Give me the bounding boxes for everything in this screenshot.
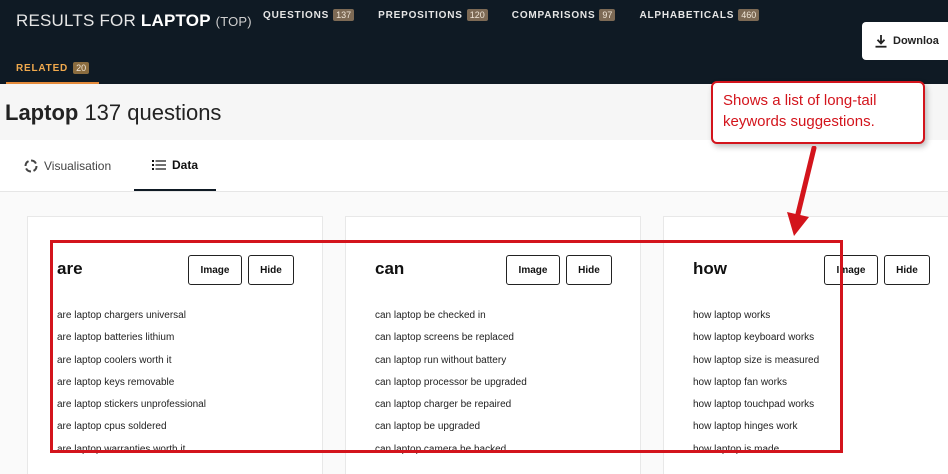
annotation-callout: Shows a list of long-tail keywords sugge… <box>711 81 925 144</box>
nav-related-count: 20 <box>73 62 90 74</box>
image-button[interactable]: Image <box>506 255 560 285</box>
question-link[interactable]: can laptop be upgraded <box>375 421 527 443</box>
results-mode: (TOP) <box>215 14 252 29</box>
question-link[interactable]: how laptop keyboard works <box>693 332 819 354</box>
nav-questions[interactable]: QUESTIONS 137 <box>263 9 355 21</box>
page-title-keyword: Laptop <box>5 100 79 125</box>
annotation-line-1: Shows a list of long-tail <box>723 92 877 109</box>
top-nav: QUESTIONS 137 PREPOSITIONS 120 COMPARISO… <box>263 9 760 21</box>
tab-visualisation[interactable]: Visualisation <box>24 140 111 191</box>
results-header: RESULTS FOR LAPTOP (TOP) QUESTIONS 137 P… <box>0 0 948 84</box>
question-link[interactable]: are laptop cpus soldered <box>57 421 206 443</box>
hide-button[interactable]: Hide <box>884 255 930 285</box>
question-link[interactable]: how laptop hinges work <box>693 421 819 443</box>
question-link[interactable]: are laptop stickers unprofessional <box>57 399 206 421</box>
question-link[interactable]: how laptop is made <box>693 444 819 466</box>
nav-alphabeticals[interactable]: ALPHABETICALS 460 <box>639 9 760 21</box>
question-link[interactable]: can laptop be checked in <box>375 310 527 332</box>
question-link[interactable]: are laptop coolers worth it <box>57 355 206 377</box>
card-title: how <box>693 259 727 278</box>
question-link[interactable]: can laptop screens be replaced <box>375 332 527 354</box>
nav-comparisons-count: 97 <box>599 9 616 21</box>
nav-prepositions[interactable]: PREPOSITIONS 120 <box>378 9 488 21</box>
results-title: RESULTS FOR LAPTOP (TOP) <box>16 11 252 31</box>
nav-prepositions-count: 120 <box>466 9 488 21</box>
question-card-how: how Image Hide how laptop works how lapt… <box>663 216 948 474</box>
question-link[interactable]: can laptop camera be hacked <box>375 444 527 466</box>
list-icon <box>152 159 166 170</box>
results-keyword: LAPTOP <box>140 11 211 30</box>
nav-related-label: RELATED <box>16 62 69 74</box>
question-list: are laptop chargers universal are laptop… <box>57 310 206 466</box>
nav-comparisons[interactable]: COMPARISONS 97 <box>512 9 616 21</box>
question-link[interactable]: can laptop charger be repaired <box>375 399 527 421</box>
question-link[interactable]: can laptop run without battery <box>375 355 527 377</box>
download-button[interactable]: Downloa <box>862 22 948 60</box>
tab-visualisation-label: Visualisation <box>44 158 112 173</box>
nav-alphabeticals-count: 460 <box>738 9 760 21</box>
download-label: Downloa <box>893 35 939 47</box>
tab-data-label: Data <box>172 157 199 172</box>
question-link[interactable]: how laptop touchpad works <box>693 399 819 421</box>
hide-button[interactable]: Hide <box>566 255 612 285</box>
annotation-line-2: keywords suggestions. <box>723 113 875 130</box>
question-card-are: are Image Hide are laptop chargers unive… <box>27 216 323 474</box>
card-title: are <box>57 259 83 278</box>
question-list: how laptop works how laptop keyboard wor… <box>693 310 819 466</box>
nav-alphabeticals-label: ALPHABETICALS <box>639 9 735 21</box>
nav-questions-count: 137 <box>333 9 355 21</box>
question-link[interactable]: how laptop works <box>693 310 819 332</box>
question-card-can: can Image Hide can laptop be checked in … <box>345 216 641 474</box>
annotation-arrow-icon <box>787 146 817 236</box>
card-title: can <box>375 259 405 278</box>
nav-questions-label: QUESTIONS <box>263 9 330 21</box>
question-link[interactable]: are laptop warranties worth it <box>57 444 206 466</box>
nav-comparisons-label: COMPARISONS <box>511 9 596 21</box>
question-link[interactable]: how laptop size is measured <box>693 355 819 377</box>
question-link[interactable]: are laptop chargers universal <box>57 310 206 332</box>
question-link[interactable]: are laptop batteries lithium <box>57 332 206 354</box>
image-button[interactable]: Image <box>188 255 242 285</box>
download-icon <box>875 34 887 48</box>
question-link[interactable]: can laptop processor be upgraded <box>375 377 527 399</box>
nav-prepositions-label: PREPOSITIONS <box>378 9 463 21</box>
question-link[interactable]: how laptop fan works <box>693 377 819 399</box>
page-title: Laptop 137 questions <box>5 100 221 126</box>
nav-related[interactable]: RELATED 20 <box>6 54 100 84</box>
tab-data[interactable]: Data <box>134 140 216 191</box>
page-title-count: 137 questions <box>78 100 222 125</box>
question-link[interactable]: are laptop keys removable <box>57 377 206 399</box>
image-button[interactable]: Image <box>824 255 878 285</box>
question-list: can laptop be checked in can laptop scre… <box>375 310 527 466</box>
spinner-icon <box>24 159 38 172</box>
results-prefix: RESULTS FOR <box>16 11 141 30</box>
hide-button[interactable]: Hide <box>248 255 294 285</box>
